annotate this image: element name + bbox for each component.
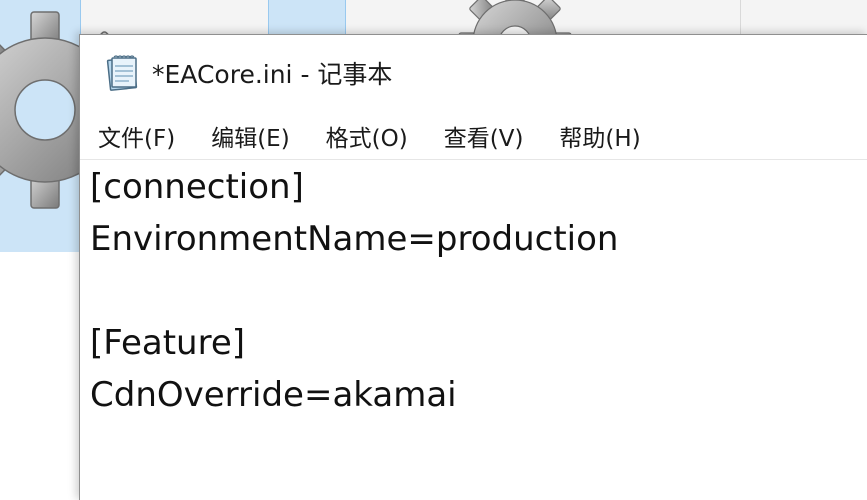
editor-line: [connection]	[90, 167, 304, 207]
editor-line: EnvironmentName=production	[90, 219, 619, 259]
menu-help[interactable]: 帮助(H)	[541, 119, 658, 153]
menu-separator	[80, 159, 867, 160]
editor-line: [Feature]	[90, 323, 246, 363]
menu-edit[interactable]: 编辑(E)	[193, 119, 307, 153]
menu-bar: 文件(F) 编辑(E) 格式(O) 查看(V) 帮助(H)	[80, 113, 867, 159]
editor-line: CdnOverride=akamai	[90, 375, 457, 415]
menu-file[interactable]: 文件(F)	[80, 119, 193, 153]
menu-format[interactable]: 格式(O)	[308, 119, 426, 153]
notepad-icon	[106, 55, 138, 91]
text-editor[interactable]: [connection] EnvironmentName=production …	[80, 161, 867, 500]
menu-view[interactable]: 查看(V)	[426, 119, 542, 153]
explorer-header-strip	[0, 0, 867, 34]
selected-column-header[interactable]	[268, 0, 346, 34]
title-bar[interactable]: *EACore.ini - 记事本	[80, 35, 867, 105]
notepad-window[interactable]: *EACore.ini - 记事本 文件(F) 编辑(E) 格式(O) 查看(V…	[79, 34, 867, 500]
column-divider	[740, 0, 741, 34]
window-title: *EACore.ini - 记事本	[152, 60, 393, 89]
